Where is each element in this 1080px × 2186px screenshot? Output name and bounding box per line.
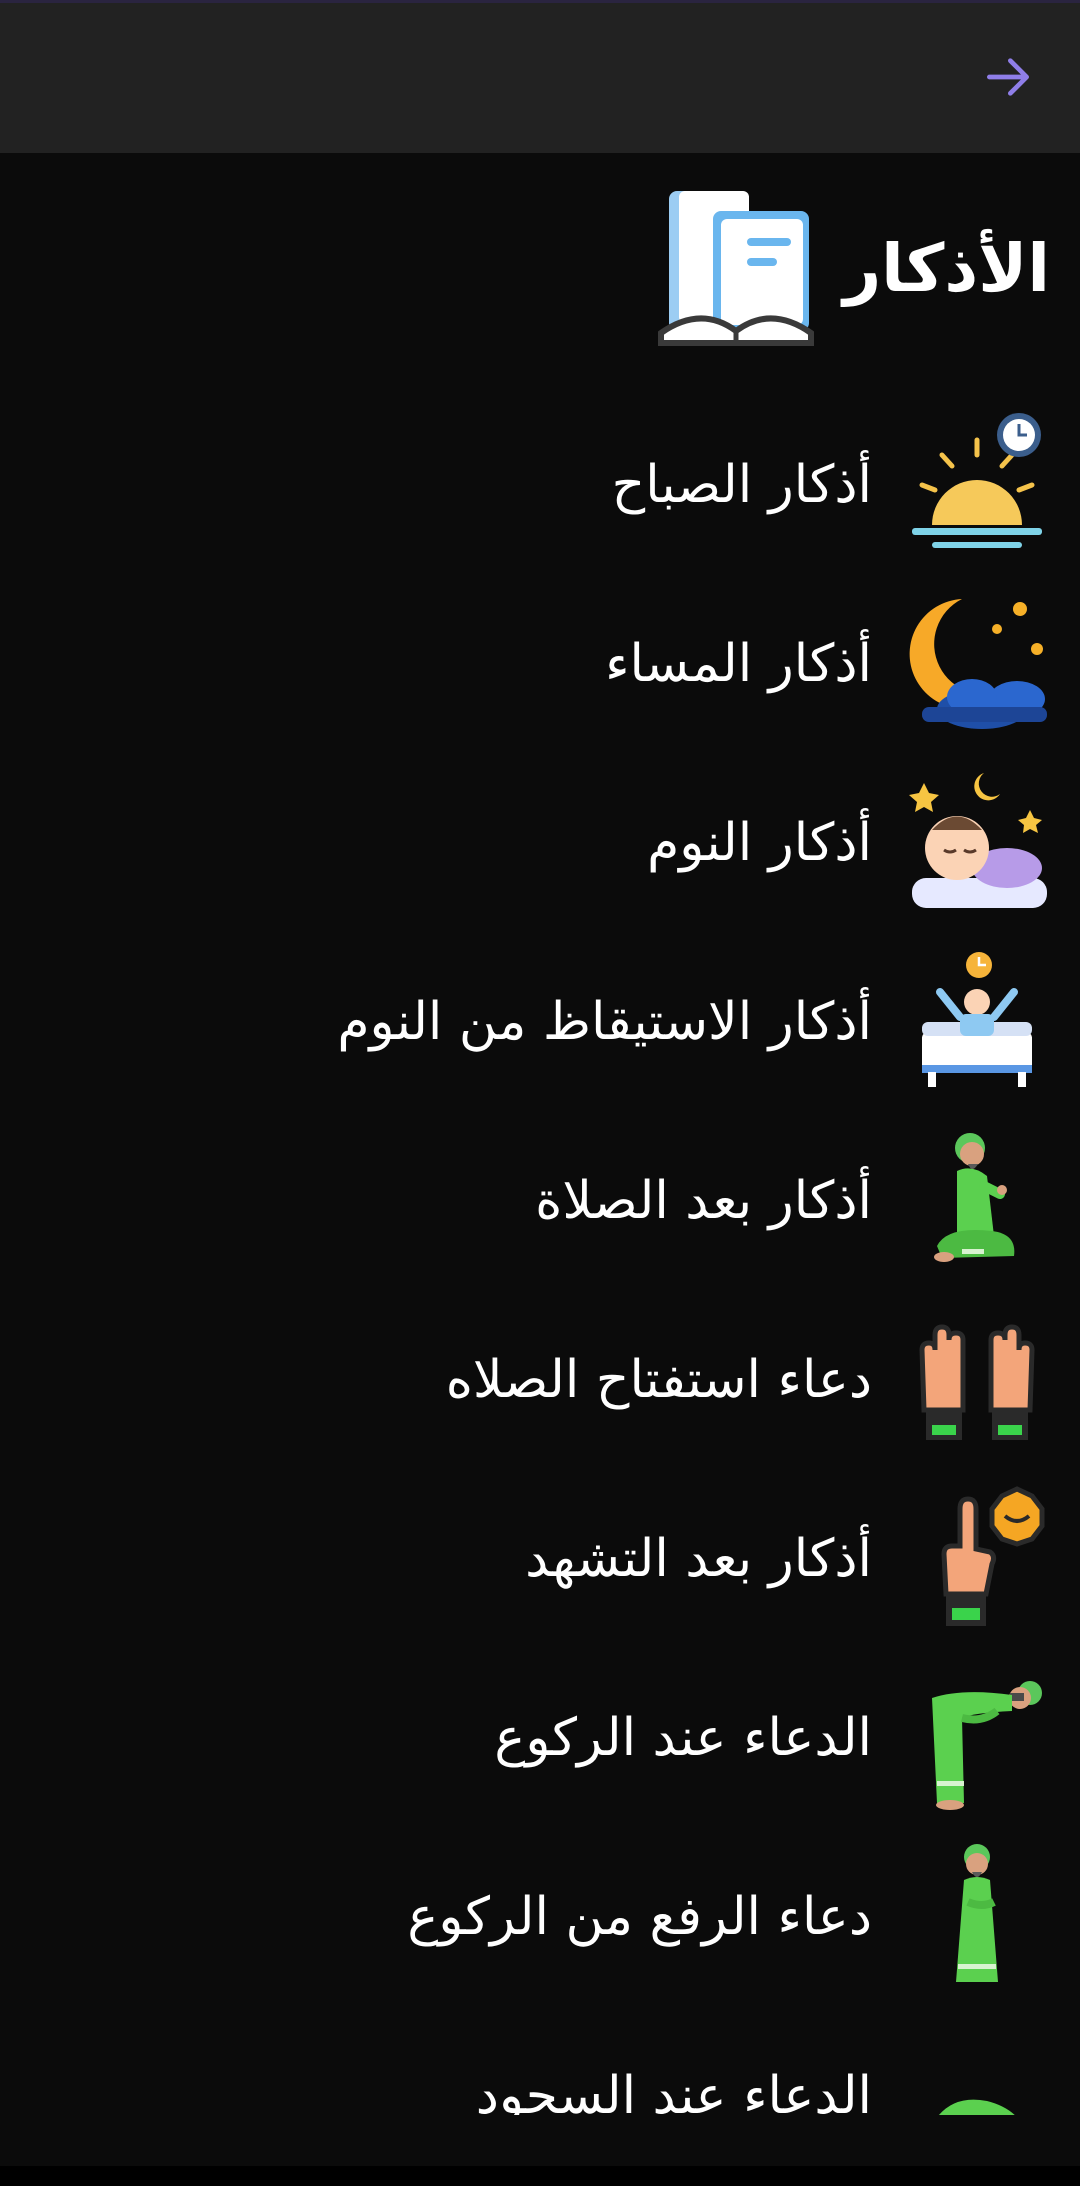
back-button[interactable] — [976, 45, 1040, 109]
list-item[interactable]: أذكار المساء — [0, 574, 1080, 753]
moon-night-icon — [909, 598, 1047, 729]
list-item[interactable]: الدعاء عند الركوع — [0, 1648, 1080, 1827]
list-item[interactable]: أذكار النوم — [0, 753, 1080, 932]
list-item[interactable]: أذكار بعد التشهد — [0, 1469, 1080, 1648]
tashahhud-finger-icon — [941, 1485, 1045, 1626]
item-label: دعاء الرفع من الركوع — [407, 1886, 872, 1947]
page-header: الأذكار — [651, 178, 1050, 358]
bowing-icon — [932, 1680, 1042, 1810]
app-bar — [0, 3, 1080, 153]
raised-hands-icon — [919, 1323, 1035, 1440]
item-label: أذكار الصباح — [611, 454, 872, 515]
list-item[interactable]: أذكار بعد الصلاة — [0, 1111, 1080, 1290]
prostration-icon — [938, 2099, 1016, 2115]
waking-up-icon — [922, 951, 1032, 1087]
item-label: الدعاء عند الركوع — [494, 1707, 872, 1768]
screen: الأذكار أذكار الصباح أذكار المساء أذكار … — [0, 0, 1080, 2186]
list-item[interactable]: أذكار الاستيقاظ من النوم — [0, 932, 1080, 1111]
book-icon — [658, 191, 815, 346]
sitting-prayer-icon — [934, 1132, 1015, 1262]
list-item[interactable]: أذكار الصباح — [0, 395, 1080, 574]
list-item[interactable]: دعاء استفتاح الصلاه — [0, 1290, 1080, 1469]
sunrise-icon — [912, 412, 1042, 548]
item-label: أذكار بعد التشهد — [525, 1528, 872, 1589]
page-title: الأذكار — [843, 229, 1050, 307]
standing-prayer-icon — [956, 1843, 998, 1982]
item-label: دعاء استفتاح الصلاه — [445, 1349, 872, 1410]
sleeping-icon — [909, 772, 1047, 908]
item-label: أذكار النوم — [647, 812, 872, 873]
bottom-edge — [0, 2166, 1080, 2186]
item-label: أذكار بعد الصلاة — [535, 1170, 872, 1231]
adhkar-list: أذكار الصباح أذكار المساء أذكار النوم أذ… — [0, 395, 1080, 2115]
list-item[interactable]: الدعاء عند السجود — [0, 2006, 1080, 2115]
list-item[interactable]: دعاء الرفع من الركوع — [0, 1827, 1080, 2006]
item-label: أذكار الاستيقاظ من النوم — [337, 991, 872, 1052]
item-label: أذكار المساء — [605, 633, 872, 694]
arrow-right-icon — [987, 58, 1029, 96]
item-label: الدعاء عند السجود — [475, 2065, 872, 2116]
